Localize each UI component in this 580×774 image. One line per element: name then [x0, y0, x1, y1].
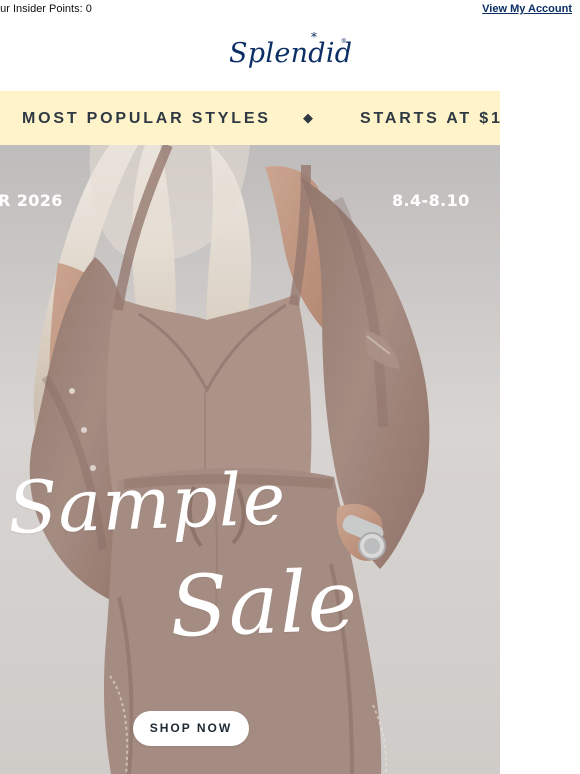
promo-text-most-popular: MOST POPULAR STYLES: [22, 110, 271, 127]
view-my-account-link[interactable]: View My Account: [482, 3, 572, 15]
brand-logo-text: Splendid: [229, 38, 353, 69]
sale-date-left: R 2026: [0, 191, 63, 210]
diamond-separator-icon: ◆: [303, 110, 313, 125]
email-page: our Insider Points: 0 View My Account Sp…: [0, 0, 580, 774]
sale-date-right: 8.4-8.10: [392, 191, 470, 210]
insider-points-text: our Insider Points: 0: [0, 3, 92, 15]
shop-now-button[interactable]: SHOP NOW: [133, 711, 249, 746]
headline-sale: Sale: [168, 551, 360, 656]
logo-star-icon: *: [311, 30, 318, 44]
brand-logo[interactable]: Splendid * ®: [229, 31, 352, 73]
registered-mark: ®: [340, 38, 347, 45]
promo-text-starts-at: STARTS AT $19: [360, 110, 500, 127]
promo-marquee: MOST POPULAR STYLES ◆ STARTS AT $19: [0, 91, 500, 145]
top-utility-bar: our Insider Points: 0 View My Account: [0, 0, 580, 18]
headline-sample: Sample: [6, 456, 288, 550]
hero-banner[interactable]: R 2026 8.4-8.10 Sample Sale SHOP NOW: [0, 145, 500, 774]
